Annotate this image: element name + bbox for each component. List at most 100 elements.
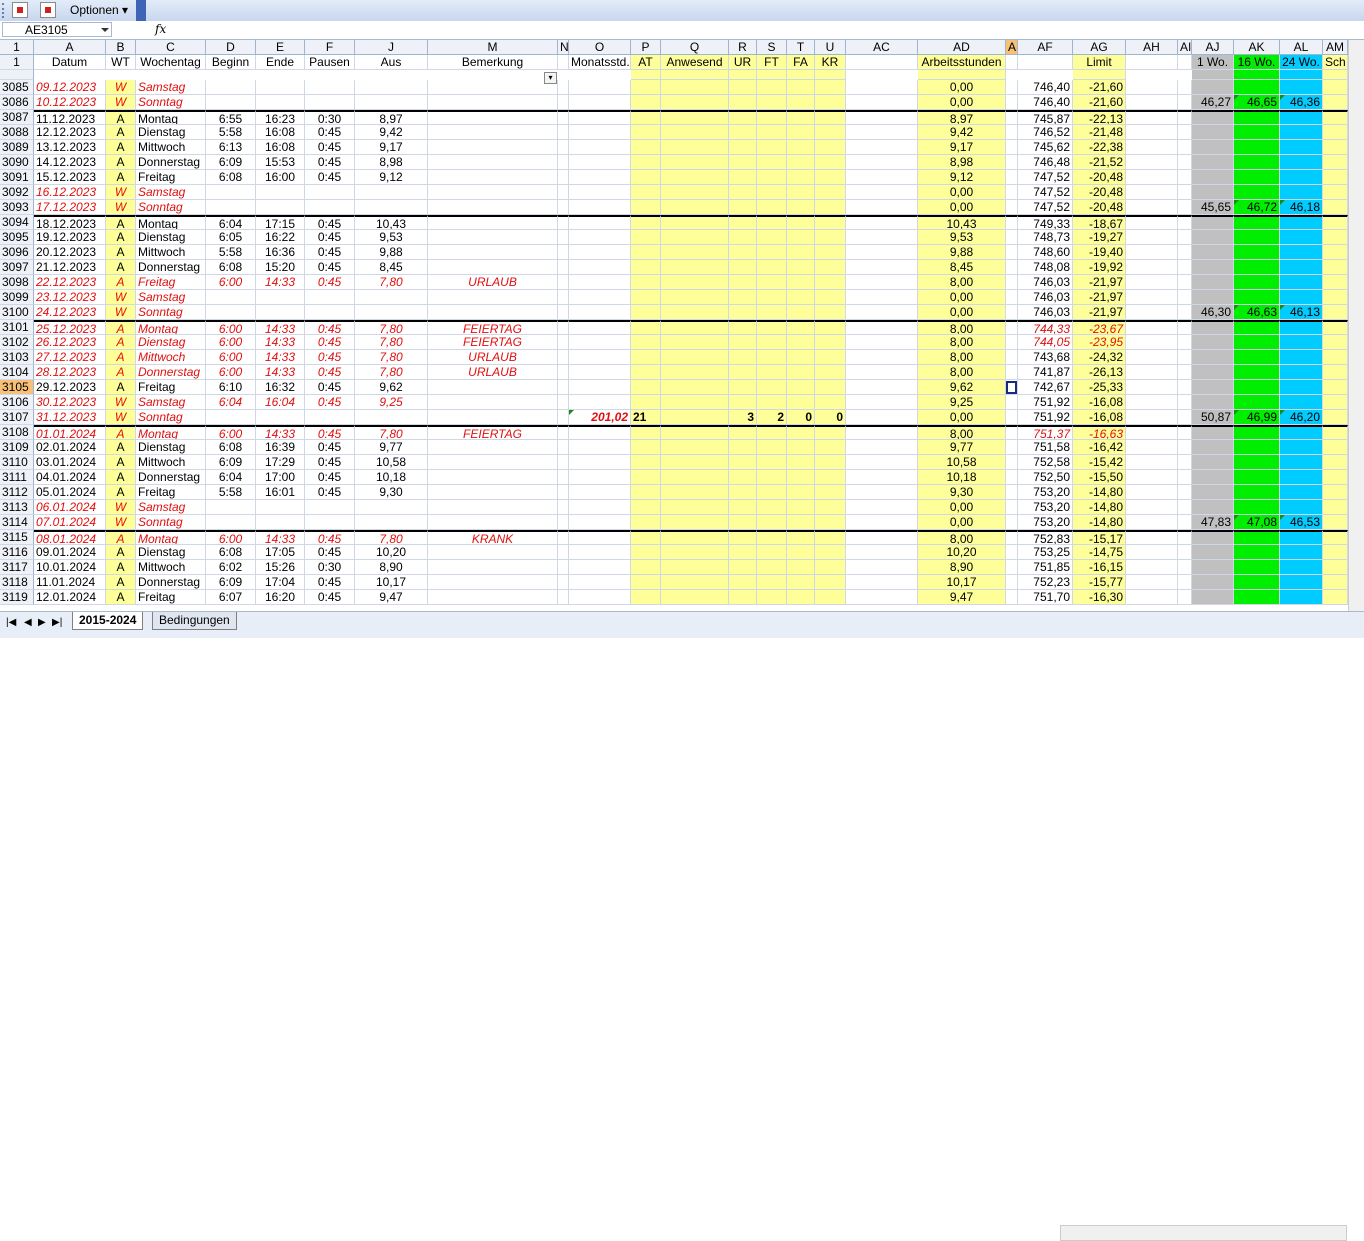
selected-cell-ae[interactable] (1006, 320, 1018, 335)
present-cell[interactable] (661, 335, 729, 350)
start-time-cell[interactable]: 6:09 (206, 155, 256, 170)
week-24-cell[interactable] (1280, 575, 1323, 590)
hours-cell[interactable]: 7,80 (355, 275, 428, 290)
week-24-cell[interactable] (1280, 590, 1323, 605)
present-cell[interactable] (661, 455, 729, 470)
weekday-type-cell[interactable]: A (106, 245, 136, 260)
present-cell[interactable] (661, 350, 729, 365)
fa-cell[interactable] (787, 125, 815, 140)
start-time-cell[interactable]: 6:00 (206, 350, 256, 365)
weekday-cell[interactable]: Montag (136, 425, 206, 440)
blank-cell[interactable] (846, 185, 918, 200)
end-time-cell[interactable]: 16:00 (256, 170, 305, 185)
ur-cell[interactable] (729, 545, 757, 560)
weekday-cell[interactable]: Donnerstag (136, 365, 206, 380)
selected-cell-ae[interactable] (1006, 515, 1018, 530)
work-hours-cell[interactable]: 0,00 (918, 95, 1006, 110)
blank-cell[interactable] (558, 500, 569, 515)
blank-cell[interactable] (558, 395, 569, 410)
end-time-cell[interactable] (256, 95, 305, 110)
blank-cell[interactable] (1178, 455, 1192, 470)
column-letter-o[interactable]: O (569, 40, 631, 55)
work-hours-cell[interactable]: 8,00 (918, 350, 1006, 365)
fa-cell[interactable] (787, 245, 815, 260)
date-cell[interactable]: 25.12.2023 (34, 320, 106, 335)
blank-cell[interactable] (1126, 170, 1178, 185)
remark-cell[interactable] (428, 125, 558, 140)
work-hours-cell[interactable]: 9,17 (918, 140, 1006, 155)
hours-cell[interactable]: 9,42 (355, 125, 428, 140)
date-cell[interactable]: 28.12.2023 (34, 365, 106, 380)
limit-cell[interactable]: -15,50 (1073, 470, 1126, 485)
remark-cell[interactable] (428, 95, 558, 110)
week-16-cell[interactable]: 46,65 (1234, 95, 1280, 110)
limit-cell[interactable]: -19,40 (1073, 245, 1126, 260)
fa-cell[interactable] (787, 515, 815, 530)
end-time-cell[interactable] (256, 290, 305, 305)
blank-cell[interactable] (846, 470, 918, 485)
blank-cell[interactable] (1178, 305, 1192, 320)
week-16-cell[interactable] (1234, 125, 1280, 140)
present-cell[interactable] (661, 440, 729, 455)
start-time-cell[interactable]: 6:10 (206, 380, 256, 395)
date-cell[interactable]: 16.12.2023 (34, 185, 106, 200)
kr-cell[interactable] (815, 560, 846, 575)
end-time-cell[interactable]: 14:33 (256, 275, 305, 290)
at-cell[interactable] (631, 320, 661, 335)
ft-cell[interactable] (757, 470, 787, 485)
kr-cell[interactable] (815, 485, 846, 500)
ft-cell[interactable] (757, 320, 787, 335)
remark-cell[interactable] (428, 260, 558, 275)
kr-cell[interactable]: 0 (815, 410, 846, 425)
month-hours-cell[interactable] (569, 170, 631, 185)
blank-cell[interactable] (1126, 350, 1178, 365)
hours-cell[interactable]: 9,17 (355, 140, 428, 155)
blank-cell[interactable] (1178, 545, 1192, 560)
limit-cell[interactable]: -19,27 (1073, 230, 1126, 245)
end-time-cell[interactable]: 16:08 (256, 140, 305, 155)
column-letter-aj[interactable]: AJ (1192, 40, 1234, 55)
balance-cell[interactable]: 746,03 (1018, 290, 1073, 305)
work-hours-cell[interactable]: 8,00 (918, 335, 1006, 350)
toolbar-overflow-button[interactable] (136, 0, 146, 21)
sheet-tab-bedingungen[interactable]: Bedingungen (152, 612, 237, 630)
fa-cell[interactable] (787, 80, 815, 95)
ur-cell[interactable] (729, 380, 757, 395)
hours-cell[interactable]: 7,80 (355, 335, 428, 350)
hours-cell[interactable]: 9,47 (355, 590, 428, 605)
week-24-cell[interactable] (1280, 215, 1323, 230)
fa-cell[interactable] (787, 275, 815, 290)
blank-cell[interactable] (1178, 470, 1192, 485)
week-16-cell[interactable] (1234, 335, 1280, 350)
table-row[interactable]: 3090 14.12.2023 A Donnerstag 6:09 15:53 0:45 8,… (0, 155, 1348, 170)
week-24-cell[interactable] (1280, 230, 1323, 245)
fa-cell[interactable] (787, 320, 815, 335)
balance-cell[interactable]: 748,73 (1018, 230, 1073, 245)
weekday-cell[interactable]: Freitag (136, 485, 206, 500)
date-cell[interactable]: 27.12.2023 (34, 350, 106, 365)
ft-cell[interactable] (757, 395, 787, 410)
week-1-cell[interactable]: 46,30 (1192, 305, 1234, 320)
ft-cell[interactable] (757, 530, 787, 545)
work-hours-cell[interactable]: 8,00 (918, 320, 1006, 335)
pause-cell[interactable]: 0:45 (305, 230, 355, 245)
fa-cell[interactable] (787, 200, 815, 215)
selected-cell-ae[interactable] (1006, 335, 1018, 350)
weekday-cell[interactable]: Mittwoch (136, 350, 206, 365)
weekday-cell[interactable]: Montag (136, 530, 206, 545)
week-24-cell[interactable] (1280, 260, 1323, 275)
blank-cell[interactable] (558, 320, 569, 335)
blank-cell[interactable] (1126, 590, 1178, 605)
sch-cell[interactable] (1323, 230, 1348, 245)
sch-cell[interactable] (1323, 95, 1348, 110)
blank-cell[interactable] (846, 440, 918, 455)
week-24-cell[interactable] (1280, 155, 1323, 170)
week-16-cell[interactable] (1234, 320, 1280, 335)
weekday-type-cell[interactable]: A (106, 140, 136, 155)
end-time-cell[interactable] (256, 410, 305, 425)
blank-cell[interactable] (846, 125, 918, 140)
date-cell[interactable]: 15.12.2023 (34, 170, 106, 185)
fa-cell[interactable] (787, 350, 815, 365)
week-16-cell[interactable] (1234, 155, 1280, 170)
blank-cell[interactable] (846, 290, 918, 305)
